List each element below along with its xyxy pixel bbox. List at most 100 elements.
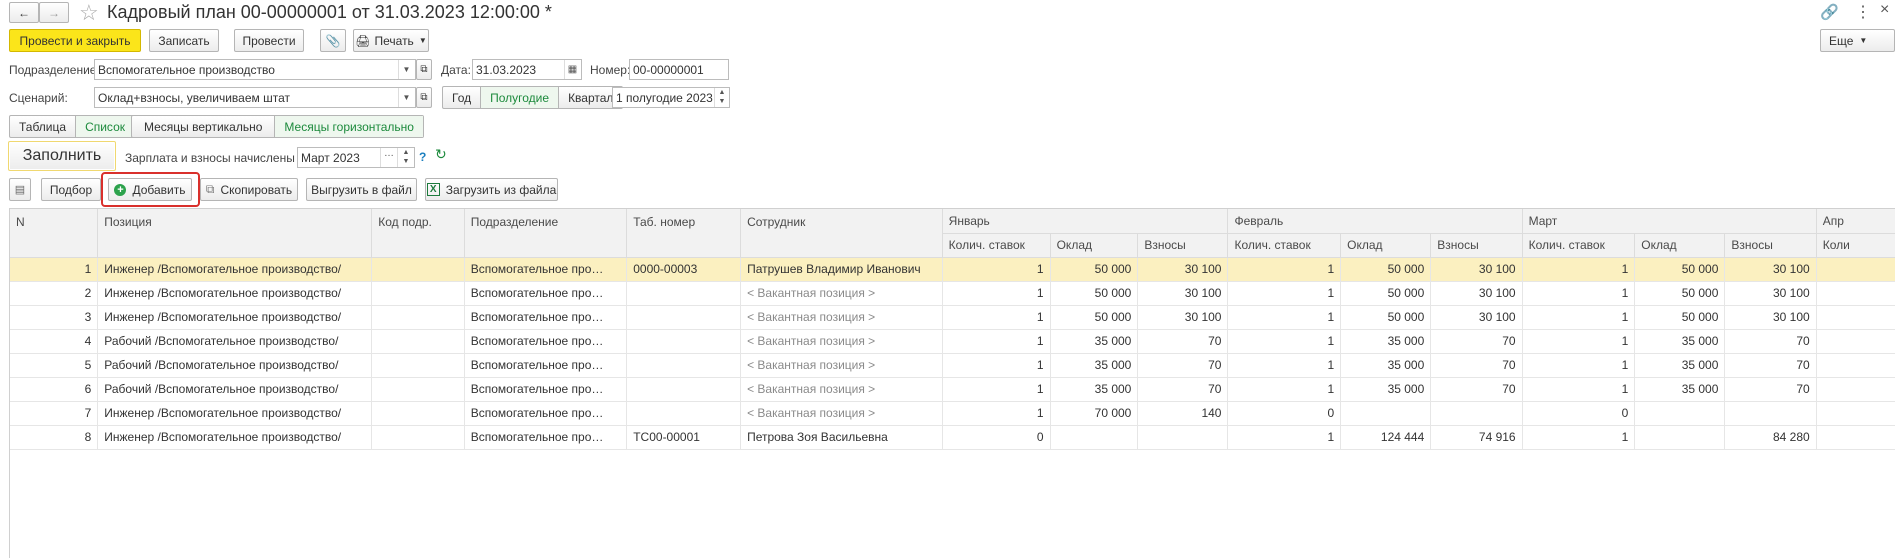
print-button[interactable]: 🖨 Печать ▼ xyxy=(353,29,429,52)
months-switch[interactable]: Месяцы вертикально Месяцы горизонтально xyxy=(131,115,424,138)
scenario-field[interactable]: Оклад+взносы, увеличиваем штат xyxy=(94,87,416,108)
cell-apr[interactable] xyxy=(1816,353,1895,377)
cell-tab[interactable] xyxy=(626,305,742,329)
cell-f3[interactable]: 70 xyxy=(1430,377,1523,401)
col-feb-salary[interactable]: Оклад xyxy=(1340,233,1432,258)
table-row[interactable]: 5 Рабочий /Вспомогательное производство/В… xyxy=(10,353,1895,377)
cell-employee[interactable]: < Вакантная позиция > xyxy=(740,329,943,353)
cell-j3[interactable] xyxy=(1137,425,1229,449)
cell-j3[interactable]: 70 xyxy=(1137,377,1229,401)
cell-j2[interactable] xyxy=(1050,425,1139,449)
cell-employee[interactable]: < Вакантная позиция > xyxy=(740,377,943,401)
table-settings-button[interactable]: ▤ xyxy=(9,178,31,201)
cell-f3[interactable]: 30 100 xyxy=(1430,281,1523,305)
cell-f3[interactable]: 74 916 xyxy=(1430,425,1523,449)
cell-apr[interactable] xyxy=(1816,401,1895,425)
cell-m2[interactable]: 35 000 xyxy=(1634,353,1726,377)
import-button[interactable]: X Загрузить из файла xyxy=(425,178,558,201)
cell-f2[interactable]: 50 000 xyxy=(1340,257,1432,281)
cell-f1[interactable]: 1 xyxy=(1227,305,1342,329)
view-switch[interactable]: Таблица Список xyxy=(9,115,135,138)
cell-position[interactable]: Инженер /Вспомогательное производство/ xyxy=(97,401,373,425)
col-dept[interactable]: Подразделение xyxy=(464,209,628,258)
cell-employee[interactable]: Петрова Зоя Васильевна xyxy=(740,425,943,449)
cell-m1[interactable]: 1 xyxy=(1522,425,1636,449)
scenario-dropdown-icon[interactable]: ▼ xyxy=(398,88,414,107)
cell-tab[interactable]: ТС00-00001 xyxy=(626,425,742,449)
cell-employee[interactable]: < Вакантная позиция > xyxy=(740,281,943,305)
cell-apr[interactable] xyxy=(1816,281,1895,305)
close-icon[interactable]: × xyxy=(1880,1,1889,19)
cell-f1[interactable]: 1 xyxy=(1227,425,1342,449)
period-field[interactable]: 1 полугодие 2023 xyxy=(612,87,730,108)
plan-table-container[interactable]: N Позиция Код подр. Подразделение Таб. н… xyxy=(9,208,1895,558)
cell-f2[interactable]: 50 000 xyxy=(1340,305,1432,329)
cell-j3[interactable]: 30 100 xyxy=(1137,305,1229,329)
cell-j3[interactable]: 140 xyxy=(1137,401,1229,425)
cell-n[interactable]: 8 xyxy=(10,425,99,449)
cell-f2[interactable]: 35 000 xyxy=(1340,377,1432,401)
add-button[interactable]: + Добавить xyxy=(108,178,192,201)
cell-tab[interactable]: 0000-00003 xyxy=(626,257,742,281)
favorite-star-icon[interactable]: ☆ xyxy=(79,0,99,26)
cell-dept[interactable]: Вспомогательное про… xyxy=(464,353,628,377)
table-row[interactable]: 6 Рабочий /Вспомогательное производство/В… xyxy=(10,377,1895,401)
dept-field[interactable]: Вспомогательное производство xyxy=(94,59,416,80)
pick-button[interactable]: Подбор xyxy=(41,178,101,201)
cell-j1[interactable]: 1 xyxy=(942,257,1051,281)
cell-code[interactable] xyxy=(371,305,465,329)
more-button[interactable]: Еще ▼ xyxy=(1820,29,1895,52)
col-jan-qty[interactable]: Колич. ставок xyxy=(942,233,1051,258)
col-position[interactable]: Позиция xyxy=(97,209,373,258)
cell-m3[interactable] xyxy=(1724,401,1817,425)
cell-m2[interactable]: 50 000 xyxy=(1634,257,1726,281)
number-field[interactable]: 00-00000001 xyxy=(629,59,729,80)
cell-apr[interactable] xyxy=(1816,257,1895,281)
cell-n[interactable]: 1 xyxy=(10,257,99,281)
col-mar-contrib[interactable]: Взносы xyxy=(1724,233,1817,258)
table-row[interactable]: 8 Инженер /Вспомогательное производство/В… xyxy=(10,425,1895,449)
col-code[interactable]: Код подр. xyxy=(371,209,465,258)
cell-f2[interactable] xyxy=(1340,401,1432,425)
more-menu-icon[interactable]: ⋮ xyxy=(1855,2,1871,22)
cell-tab[interactable] xyxy=(626,329,742,353)
cell-j2[interactable]: 35 000 xyxy=(1050,329,1139,353)
cell-code[interactable] xyxy=(371,281,465,305)
cell-position[interactable]: Рабочий /Вспомогательное производство/ xyxy=(97,329,373,353)
cell-code[interactable] xyxy=(371,401,465,425)
cell-j3[interactable]: 70 xyxy=(1137,329,1229,353)
view-table[interactable]: Таблица xyxy=(10,116,77,137)
save-button[interactable]: Записать xyxy=(149,29,219,52)
cell-dept[interactable]: Вспомогательное про… xyxy=(464,281,628,305)
table-row[interactable]: 3 Инженер /Вспомогательное производство/В… xyxy=(10,305,1895,329)
cell-employee[interactable]: Патрушев Владимир Иванович xyxy=(740,257,943,281)
back-button[interactable]: ← xyxy=(9,2,39,23)
cell-j1[interactable]: 1 xyxy=(942,281,1051,305)
cell-j1[interactable]: 0 xyxy=(942,425,1051,449)
cell-dept[interactable]: Вспомогательное про… xyxy=(464,329,628,353)
cell-m1[interactable]: 1 xyxy=(1522,377,1636,401)
cell-m1[interactable]: 1 xyxy=(1522,281,1636,305)
cell-position[interactable]: Инженер /Вспомогательное производство/ xyxy=(97,305,373,329)
post-and-close-button[interactable]: Провести и закрыть xyxy=(9,29,141,52)
cell-dept[interactable]: Вспомогательное про… xyxy=(464,401,628,425)
cell-m3[interactable]: 70 xyxy=(1724,353,1817,377)
cell-f3[interactable] xyxy=(1430,401,1523,425)
cell-employee[interactable]: < Вакантная позиция > xyxy=(740,353,943,377)
cell-f3[interactable]: 70 xyxy=(1430,329,1523,353)
cell-j1[interactable]: 1 xyxy=(942,377,1051,401)
cell-f1[interactable]: 1 xyxy=(1227,353,1342,377)
cell-n[interactable]: 5 xyxy=(10,353,99,377)
cell-position[interactable]: Рабочий /Вспомогательное производство/ xyxy=(97,353,373,377)
col-mar[interactable]: Март xyxy=(1522,209,1817,234)
col-apr-qty[interactable]: Коли xyxy=(1816,233,1895,258)
scenario-open-button[interactable]: ⧉ xyxy=(416,87,432,108)
col-feb[interactable]: Февраль xyxy=(1227,209,1523,234)
cell-m1[interactable]: 1 xyxy=(1522,257,1636,281)
cell-apr[interactable] xyxy=(1816,329,1895,353)
cell-j1[interactable]: 1 xyxy=(942,353,1051,377)
col-n[interactable]: N xyxy=(10,209,99,258)
cell-n[interactable]: 6 xyxy=(10,377,99,401)
cell-j2[interactable]: 35 000 xyxy=(1050,353,1139,377)
cell-f1[interactable]: 0 xyxy=(1227,401,1342,425)
